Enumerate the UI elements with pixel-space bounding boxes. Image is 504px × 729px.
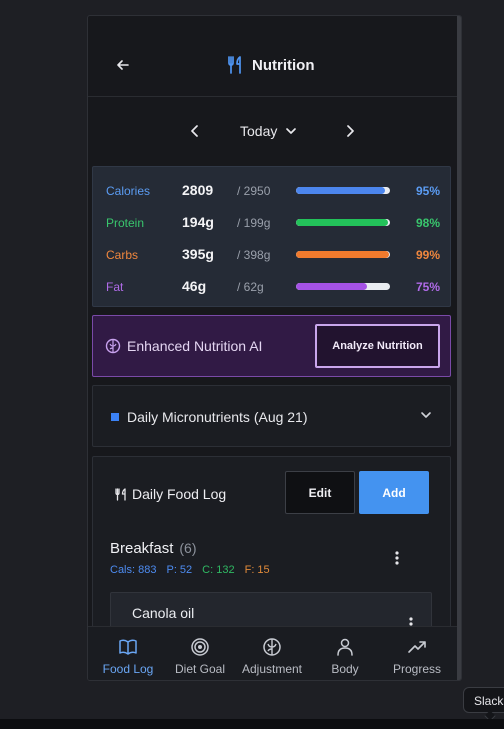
person-icon	[337, 638, 353, 656]
chevron-down-icon	[421, 412, 431, 418]
micronutrients-marker	[111, 413, 119, 421]
macro-value: 194g	[182, 214, 214, 230]
tab-label: Progress	[392, 662, 442, 676]
macro-progress-fill	[296, 219, 389, 226]
macro-value: 46g	[182, 278, 207, 294]
nutrition-ai-card: Enhanced Nutrition AI Analyze Nutrition	[92, 315, 451, 377]
macro-value: 2809	[182, 182, 214, 198]
macro-name: Calories	[106, 184, 151, 198]
macro-summary-card: Calories 2809 / 2950 95% Protein 194g / …	[92, 166, 451, 307]
tab-adjustment[interactable]: Adjustment	[235, 627, 309, 680]
fork-knife-icon	[115, 488, 126, 501]
chevron-down-icon	[286, 128, 297, 134]
macro-progress-bar	[296, 187, 390, 194]
macro-name: Protein	[106, 216, 145, 230]
previous-day-chevron-icon[interactable]	[189, 124, 201, 138]
brain-icon	[105, 338, 121, 354]
macro-goal: / 398g	[237, 248, 271, 262]
scrollbar[interactable]	[457, 16, 461, 680]
analyze-nutrition-button[interactable]: Analyze Nutrition	[315, 324, 440, 368]
page-header: Nutrition	[88, 16, 459, 97]
meal-header: Breakfast (6)	[110, 540, 197, 557]
macro-progress-bar	[296, 283, 390, 290]
next-day-chevron-icon[interactable]	[344, 124, 356, 138]
date-navigator: Today	[88, 98, 459, 164]
macro-row-protein: Protein 194g / 199g 98%	[93, 213, 452, 233]
macro-goal: / 199g	[237, 216, 271, 230]
macro-goal: / 62g	[237, 280, 264, 294]
macro-goal: / 2950	[237, 184, 271, 198]
macro-value: 395g	[182, 246, 214, 262]
macro-name: Carbs	[106, 248, 139, 262]
target-icon	[191, 638, 209, 656]
meal-stat-fat: F: 15	[244, 564, 270, 576]
brain-icon	[263, 638, 281, 656]
macro-row-calories: Calories 2809 / 2950 95%	[93, 181, 452, 201]
macro-name: Fat	[106, 280, 124, 294]
macro-row-carbs: Carbs 395g / 398g 99%	[93, 245, 452, 265]
tab-body[interactable]: Body	[308, 627, 382, 680]
tab-label: Food Log	[102, 662, 154, 676]
trend-up-icon	[408, 641, 426, 653]
meal-stat-calories: Cals: 883	[110, 564, 157, 576]
meal-item-count: (6)	[179, 540, 197, 556]
micronutrients-accordion[interactable]: Daily Micronutrients (Aug 21)	[92, 385, 451, 447]
edit-food-log-button[interactable]: Edit	[285, 471, 355, 514]
food-log-title: Daily Food Log	[132, 486, 227, 502]
tab-label: Adjustment	[241, 662, 303, 676]
tooltip: Slack	[463, 687, 504, 722]
macro-row-fat: Fat 46g / 62g 75%	[93, 277, 452, 297]
ai-feature-label: Enhanced Nutrition AI	[127, 338, 263, 354]
micronutrients-label: Daily Micronutrients (Aug 21)	[127, 409, 308, 425]
tab-food-log[interactable]: Food Log	[91, 627, 165, 680]
meal-macro-stats: Cals: 883 P: 52 C: 132 F: 15	[110, 564, 270, 576]
macro-progress-fill	[296, 283, 367, 290]
taskbar-strip	[0, 719, 504, 729]
tab-diet-goal[interactable]: Diet Goal	[163, 627, 237, 680]
tab-label: Diet Goal	[174, 662, 226, 676]
macro-percent: 99%	[415, 248, 440, 262]
book-icon	[119, 639, 137, 655]
fork-knife-icon	[228, 56, 241, 74]
bottom-tab-bar: Food Log Diet Goal Adjustment Body Progr…	[88, 626, 459, 680]
tooltip-text: Slack	[474, 694, 504, 708]
macro-percent: 98%	[415, 216, 440, 230]
date-selector[interactable]: Today	[240, 123, 297, 139]
meal-stat-carbs: C: 132	[202, 564, 235, 576]
tab-progress[interactable]: Progress	[380, 627, 454, 680]
macro-progress-bar	[296, 219, 390, 226]
meal-stat-protein: P: 52	[166, 564, 193, 576]
date-label: Today	[240, 123, 278, 139]
add-food-button[interactable]: Add	[359, 471, 429, 514]
meal-more-options-icon[interactable]	[395, 551, 399, 565]
food-item-name: Canola oil	[132, 605, 195, 621]
macro-percent: 95%	[415, 184, 440, 198]
page-title: Nutrition	[252, 56, 315, 74]
page-title-group: Nutrition	[226, 55, 314, 75]
meal-name: Breakfast	[110, 540, 174, 557]
app-window: Nutrition Today Calories 2809 / 2950 95%…	[87, 15, 462, 681]
macro-percent: 75%	[415, 280, 440, 294]
macro-progress-fill	[296, 251, 390, 258]
back-arrow-icon[interactable]	[114, 56, 132, 74]
macro-progress-fill	[296, 187, 386, 194]
macro-progress-bar	[296, 251, 390, 258]
tab-label: Body	[331, 662, 359, 676]
